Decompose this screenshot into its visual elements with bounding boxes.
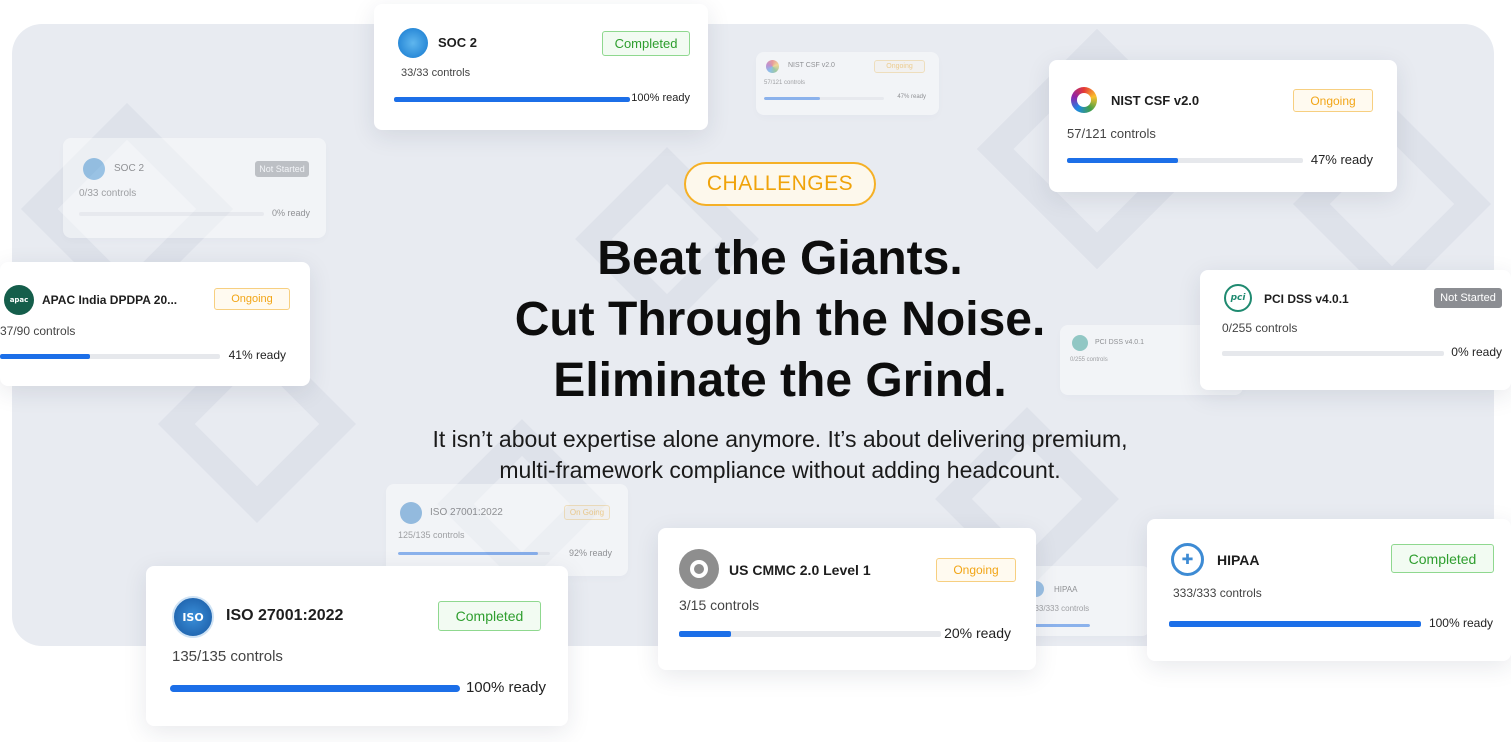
iso-icon: ISO — [172, 596, 214, 638]
status-badge: Ongoing — [874, 60, 925, 73]
framework-name: APAC India DPDPA 20... — [42, 293, 178, 307]
framework-name: PCI DSS v4.0.1 — [1264, 292, 1349, 306]
framework-name: NIST CSF v2.0 — [1111, 93, 1200, 108]
framework-card-nist[interactable]: NIST CSF v2.0 Ongoing 57/121 controls 47… — [1049, 60, 1397, 192]
readiness-label: 0% ready — [1451, 345, 1502, 359]
progress-bar — [1067, 158, 1303, 163]
progress-bar — [170, 685, 460, 692]
page-headline: Beat the Giants. Cut Through the Noise. … — [380, 228, 1180, 411]
controls-count: 57/121 controls — [1067, 126, 1156, 141]
aicpa-soc-icon — [83, 158, 105, 180]
framework-name: SOC 2 — [114, 163, 145, 174]
readiness-label: 41% ready — [228, 348, 286, 362]
progress-fill — [394, 97, 630, 102]
controls-count: 135/135 controls — [172, 648, 283, 665]
framework-card-soc2[interactable]: SOC 2 Completed 33/33 controls 100% read… — [374, 4, 708, 130]
framework-name: NIST CSF v2.0 — [788, 62, 835, 69]
readiness-label: 100% ready — [465, 679, 546, 696]
subtitle-line: multi-framework compliance without addin… — [499, 457, 1061, 483]
hipaa-icon: ✚ — [1171, 543, 1204, 576]
progress-bar — [1030, 624, 1090, 627]
progress-bar — [1169, 621, 1421, 627]
readiness-label: 100% ready — [1428, 616, 1493, 630]
controls-count: 333/333 controls — [1030, 604, 1090, 613]
framework-card-apac-dpdpa[interactable]: apac APAC India DPDPA 20... Ongoing 37/9… — [0, 262, 310, 386]
controls-count: 333/333 controls — [1173, 586, 1262, 600]
progress-bar — [394, 97, 630, 102]
challenges-tag: CHALLENGES — [684, 162, 876, 206]
controls-count: 57/121 controls — [764, 80, 806, 86]
progress-fill — [398, 552, 538, 555]
progress-fill — [1067, 158, 1178, 163]
headline-line: Beat the Giants. — [597, 232, 963, 285]
status-badge: Completed — [602, 31, 690, 56]
iso-icon — [400, 502, 422, 524]
controls-count: 0/255 controls — [1222, 321, 1298, 335]
status-badge: Not Started — [255, 161, 309, 177]
controls-count: 125/135 controls — [398, 530, 465, 540]
aicpa-soc-icon — [398, 28, 428, 58]
pci-icon: pci — [1224, 284, 1252, 312]
progress-bar — [679, 631, 941, 637]
progress-bar — [764, 97, 884, 100]
framework-card-us-cmmc[interactable]: US CMMC 2.0 Level 1 Ongoing 3/15 control… — [658, 528, 1036, 670]
framework-card-hipaa[interactable]: ✚ HIPAA Completed 333/333 controls 100% … — [1147, 519, 1511, 661]
controls-count: 3/15 controls — [679, 597, 760, 613]
cmmc-icon — [679, 549, 719, 589]
apac-icon: apac — [4, 285, 34, 315]
framework-name: ISO 27001:2022 — [226, 607, 344, 624]
progress-bar — [1222, 351, 1444, 356]
framework-card-iso-27001[interactable]: ISO ISO 27001:2022 Completed 135/135 con… — [146, 566, 568, 726]
progress-bar — [398, 552, 550, 555]
progress-fill — [1030, 624, 1090, 627]
framework-name: ISO 27001:2022 — [430, 507, 503, 518]
framework-card-soc2-faded[interactable]: SOC 2 Not Started 0/33 controls 0% ready — [63, 138, 326, 238]
progress-fill — [0, 354, 91, 359]
readiness-label: 92% ready — [568, 548, 612, 558]
headline-line: Eliminate the Grind. — [553, 354, 1007, 407]
progress-fill — [170, 685, 460, 692]
framework-name: HIPAA — [1054, 585, 1078, 594]
status-badge: Ongoing — [936, 558, 1016, 582]
status-badge: Not Started — [1434, 288, 1502, 308]
controls-count: 33/33 controls — [401, 67, 471, 79]
status-badge: Completed — [438, 601, 541, 631]
status-badge: Ongoing — [214, 288, 290, 310]
framework-name: SOC 2 — [438, 35, 478, 50]
framework-card-iso-faded[interactable]: ISO 27001:2022 On Going 125/135 controls… — [386, 484, 628, 576]
progress-fill — [764, 97, 821, 100]
page-subtitle: It isn’t about expertise alone anymore. … — [330, 424, 1230, 486]
framework-card-pci-dss[interactable]: pci PCI DSS v4.0.1 Not Started 0/255 con… — [1200, 270, 1511, 390]
status-badge: Completed — [1391, 544, 1494, 573]
readiness-label: 0% ready — [271, 208, 310, 218]
readiness-label: 20% ready — [944, 625, 1011, 641]
progress-bar — [79, 212, 264, 216]
nist-icon — [766, 60, 779, 73]
framework-name: US CMMC 2.0 Level 1 — [729, 562, 871, 578]
framework-name: HIPAA — [1217, 552, 1260, 568]
framework-card-nist-small[interactable]: NIST CSF v2.0 Ongoing 57/121 controls 47… — [756, 52, 939, 115]
progress-fill — [1169, 621, 1421, 627]
readiness-label: 47% ready — [897, 94, 926, 100]
controls-count: 0/33 controls — [79, 188, 137, 199]
progress-bar — [0, 354, 220, 359]
controls-count: 37/90 controls — [0, 324, 76, 338]
status-badge: Ongoing — [1293, 89, 1373, 112]
subtitle-line: It isn’t about expertise alone anymore. … — [432, 426, 1128, 452]
progress-fill — [679, 631, 732, 637]
headline-line: Cut Through the Noise. — [514, 293, 1046, 346]
readiness-label: 47% ready — [1310, 152, 1373, 167]
status-badge: On Going — [564, 505, 610, 520]
nist-icon — [1071, 87, 1097, 113]
readiness-label: 100% ready — [631, 92, 690, 104]
